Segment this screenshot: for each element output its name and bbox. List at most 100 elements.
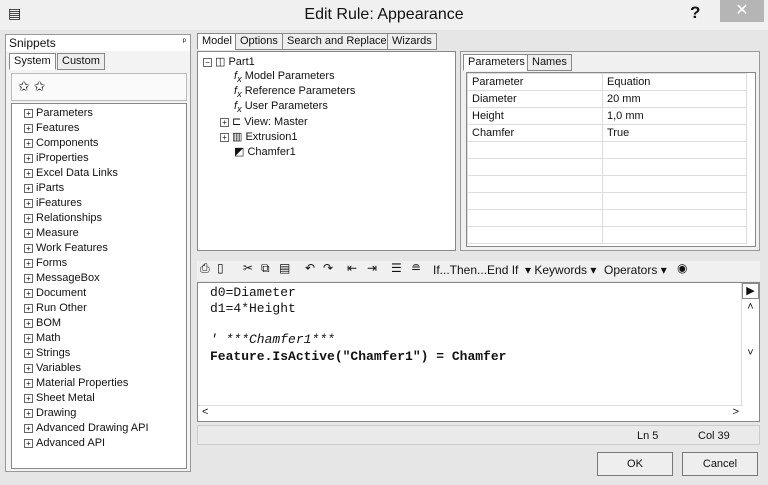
tree-node-chamfer1[interactable]: ◩ Chamfer1 [234,145,296,160]
help-button[interactable]: ? [690,3,700,23]
snippet-item[interactable]: + Components [24,137,98,152]
page-icon[interactable]: ▯ [217,261,224,275]
tree-node-view-master[interactable]: + ⊏ View: Master [220,115,308,130]
if-then-button[interactable]: If...Then...End If [433,263,518,277]
expand-icon[interactable]: + [24,168,33,178]
expand-icon[interactable]: + [24,408,33,418]
tree-node-model-parameters[interactable]: fx Model Parameters [234,70,335,85]
snippet-item[interactable]: + Variables [24,362,81,377]
tree-node-extrusion1[interactable]: + ▥ Extrusion1 [220,130,297,145]
tree-node-reference-parameters[interactable]: fx Reference Parameters [234,85,355,100]
paste-icon[interactable]: ▤ [279,261,290,275]
snippet-item[interactable]: + Strings [24,347,70,362]
snippet-item[interactable]: + Material Properties [24,377,128,392]
snippet-item[interactable]: + Drawing [24,407,76,422]
expand-icon[interactable]: + [24,438,33,448]
tree-node-part1[interactable]: − ◫ Part1 [203,55,255,70]
expand-icon[interactable]: + [24,183,33,193]
expand-icon[interactable]: + [24,333,33,343]
redo-icon[interactable]: ↷ [323,261,333,275]
tab-system[interactable]: System [9,53,56,70]
snippet-item[interactable]: + Excel Data Links [24,167,118,182]
table-row[interactable]: Height 1,0 mm [467,107,747,125]
tab-options[interactable]: Options [235,33,283,50]
expand-icon[interactable]: + [24,273,33,283]
scroll-up-icon[interactable]: ˄ [742,301,759,313]
tab-wizards[interactable]: Wizards [387,33,437,50]
expand-icon[interactable]: + [24,393,33,403]
cut-icon[interactable]: ✂ [243,261,253,275]
table-row[interactable]: Chamfer True [467,124,747,142]
expand-icon[interactable]: + [24,423,33,433]
snippet-item[interactable]: + iFeatures [24,197,82,212]
help-icon[interactable]: ◉ [677,261,687,275]
scroll-right-arrow[interactable]: ▶ [742,283,759,299]
pin-icon[interactable]: ᵖ [183,36,186,46]
snippet-item[interactable]: + Measure [24,227,79,242]
keywords-dropdown[interactable]: ▾ Keywords ▾ [525,263,596,277]
snippet-item[interactable]: + MessageBox [24,272,100,287]
snippet-item[interactable]: + BOM [24,317,61,332]
snippets-panel: Snippets ᵖ System Custom ✩ ✩ + Parameters +… [5,34,191,472]
snippet-item[interactable]: + Advanced API [24,437,105,452]
snippet-item[interactable]: + Math [24,332,60,347]
expand-icon[interactable]: + [24,288,33,298]
table-row[interactable]: Diameter 20 mm [467,90,747,108]
expand-icon[interactable]: + [24,258,33,268]
vertical-scrollbar[interactable]: ▶ ˄ ˅ [741,283,759,405]
operators-dropdown[interactable]: Operators ▾ [604,263,667,277]
snippet-item[interactable]: + Work Features [24,242,108,257]
indent-icon[interactable]: ⇥ [367,261,377,275]
snippet-item[interactable]: + Relationships [24,212,102,227]
expand-icon[interactable]: + [24,198,33,208]
ok-button[interactable]: OK [597,452,673,476]
cell[interactable]: True [602,124,747,142]
expand-icon[interactable]: + [24,303,33,313]
tree-node-user-parameters[interactable]: fx User Parameters [234,100,328,115]
undo-icon[interactable]: ↶ [305,261,315,275]
column-header[interactable]: Parameter [467,73,603,91]
snippet-item[interactable]: + Parameters [24,107,93,122]
scroll-left-icon[interactable]: < [202,406,208,418]
tab-names[interactable]: Names [527,54,572,71]
snippet-item[interactable]: + Document [24,287,86,302]
snippet-item[interactable]: + Forms [24,257,67,272]
snippet-item[interactable]: + iProperties [24,152,89,167]
uncomment-icon[interactable]: ≘ [411,261,421,275]
copy-icon[interactable]: ⧉ [261,261,270,276]
snippet-item[interactable]: + iParts [24,182,64,197]
snippet-item[interactable]: + Sheet Metal [24,392,95,407]
scroll-right-icon[interactable]: > [733,406,739,418]
close-button[interactable]: ✕ [720,0,764,22]
expand-icon[interactable]: + [24,138,33,148]
snippet-item[interactable]: + Advanced Drawing API [24,422,149,437]
outdent-icon[interactable]: ⇤ [347,261,357,275]
expand-icon[interactable]: + [24,108,33,118]
snippet-item[interactable]: + Features [24,122,79,137]
print-icon[interactable]: ⎙ [200,261,210,276]
scroll-down-icon[interactable]: ˅ [742,347,759,359]
tab-custom[interactable]: Custom [57,53,105,70]
edit-snippet-icon[interactable]: ✩ [34,78,46,94]
tab-search-replace[interactable]: Search and Replace [282,33,392,50]
expand-icon[interactable]: + [24,243,33,253]
expand-icon[interactable]: + [24,348,33,358]
snippet-item[interactable]: + Run Other [24,302,87,317]
expand-icon[interactable]: + [24,363,33,373]
cell[interactable]: 20 mm [602,90,747,108]
expand-icon[interactable]: + [24,153,33,163]
expand-icon[interactable]: + [24,378,33,388]
comment-icon[interactable]: ☰ [391,261,402,275]
tab-model[interactable]: Model [197,33,237,50]
expand-icon[interactable]: + [24,318,33,328]
code-editor[interactable]: d0=Diameter d1=4*Height ' ***Chamfer1***… [197,282,760,422]
expand-icon[interactable]: + [24,213,33,223]
expand-icon[interactable]: + [24,228,33,238]
horizontal-scrollbar[interactable]: < > [198,405,743,421]
cell[interactable]: 1,0 mm [602,107,747,125]
expand-icon[interactable]: + [24,123,33,133]
cancel-button[interactable]: Cancel [682,452,758,476]
tab-parameters[interactable]: Parameters [463,54,530,71]
add-snippet-icon[interactable]: ✩ [18,78,30,94]
column-header[interactable]: Equation [602,73,747,91]
